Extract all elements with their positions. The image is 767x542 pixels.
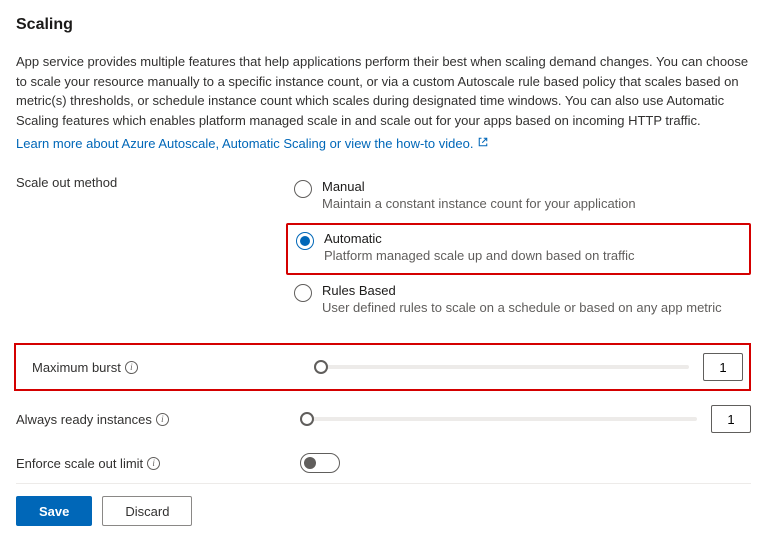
scale-out-method-row: Scale out method Manual Maintain a const… <box>16 173 751 325</box>
always-ready-label: Always ready instances <box>16 412 152 427</box>
info-icon[interactable]: i <box>125 361 138 374</box>
radio-rules-title: Rules Based <box>322 283 722 298</box>
scale-out-method-label: Scale out method <box>16 173 286 190</box>
always-ready-row: Always ready instances i <box>16 405 751 433</box>
page-title: Scaling <box>16 16 751 34</box>
learn-more-link[interactable]: Learn more about Azure Autoscale, Automa… <box>16 136 489 151</box>
discard-button[interactable]: Discard <box>102 496 192 526</box>
maximum-burst-input[interactable] <box>703 353 743 381</box>
maximum-burst-slider[interactable] <box>314 358 689 376</box>
learn-more-text: Learn more about Azure Autoscale, Automa… <box>16 136 473 151</box>
scale-out-method-options: Manual Maintain a constant instance coun… <box>286 173 751 325</box>
external-link-icon <box>477 136 489 151</box>
radio-manual-title: Manual <box>322 179 636 194</box>
slider-thumb[interactable] <box>300 412 314 426</box>
radio-rules[interactable]: Rules Based User defined rules to scale … <box>286 277 751 325</box>
radio-manual-input[interactable] <box>294 180 312 198</box>
enforce-limit-label: Enforce scale out limit <box>16 456 143 471</box>
info-icon[interactable]: i <box>156 413 169 426</box>
radio-rules-input[interactable] <box>294 284 312 302</box>
radio-rules-desc: User defined rules to scale on a schedul… <box>322 300 722 315</box>
footer-actions: Save Discard <box>16 483 751 526</box>
always-ready-input[interactable] <box>711 405 751 433</box>
radio-automatic-desc: Platform managed scale up and down based… <box>324 248 635 263</box>
maximum-burst-label: Maximum burst <box>32 360 121 375</box>
save-button[interactable]: Save <box>16 496 92 526</box>
enforce-limit-row: Enforce scale out limit i <box>16 453 751 473</box>
radio-automatic-input[interactable] <box>296 232 314 250</box>
radio-manual[interactable]: Manual Maintain a constant instance coun… <box>286 173 751 221</box>
radio-manual-desc: Maintain a constant instance count for y… <box>322 196 636 211</box>
radio-automatic-title: Automatic <box>324 231 635 246</box>
info-icon[interactable]: i <box>147 457 160 470</box>
always-ready-slider[interactable] <box>300 410 697 428</box>
toggle-knob <box>304 457 316 469</box>
intro-text: App service provides multiple features t… <box>16 52 751 130</box>
radio-automatic[interactable]: Automatic Platform managed scale up and … <box>286 223 751 275</box>
enforce-limit-toggle[interactable] <box>300 453 340 473</box>
maximum-burst-row: Maximum burst i <box>14 343 751 391</box>
slider-thumb[interactable] <box>314 360 328 374</box>
